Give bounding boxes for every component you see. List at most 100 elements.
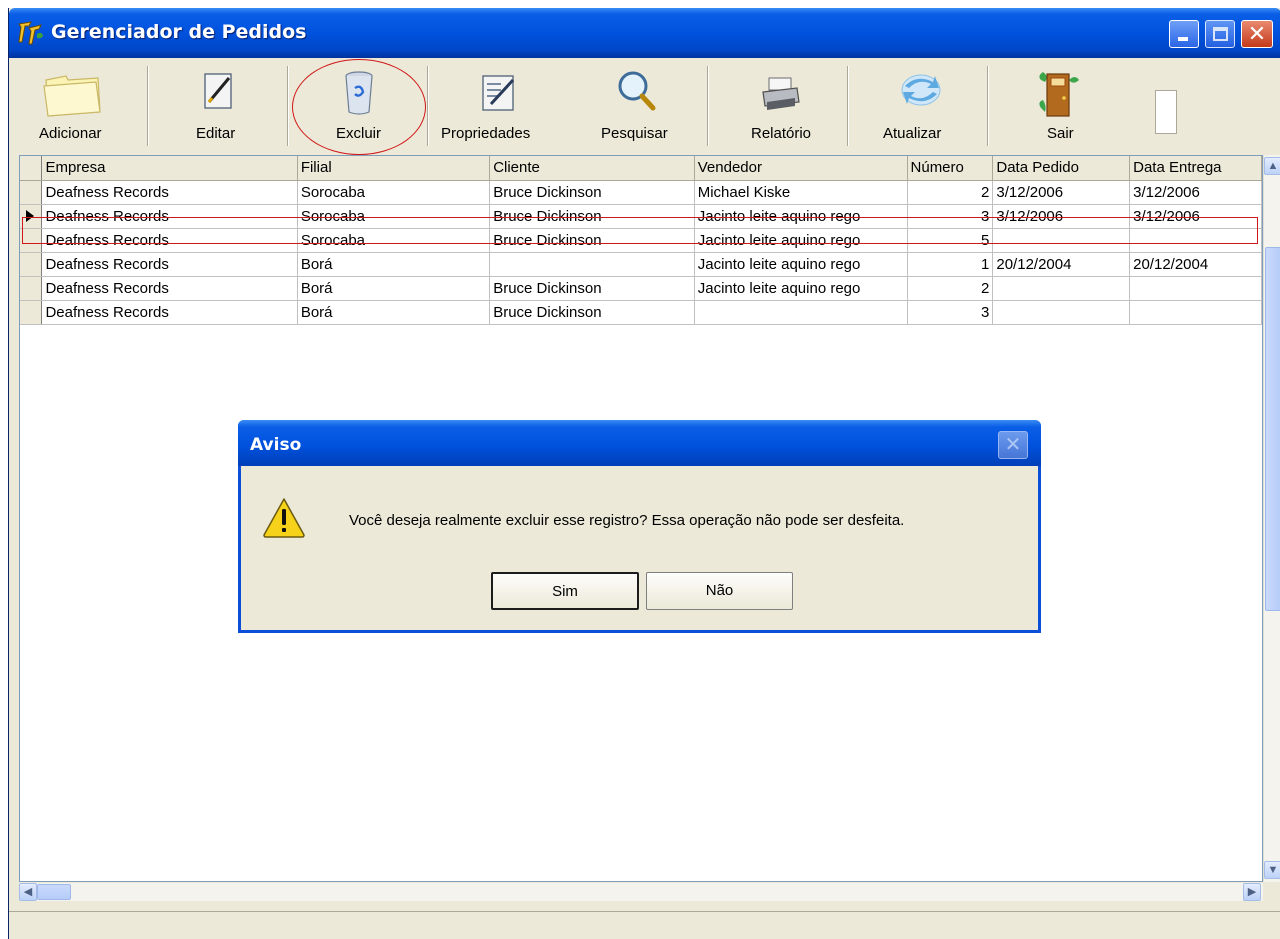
close-button[interactable]: ✕ xyxy=(1241,20,1273,48)
scroll-down-button[interactable]: ▼ xyxy=(1264,861,1280,879)
folder-icon xyxy=(43,75,101,117)
column-header-empresa[interactable]: Empresa xyxy=(41,156,298,181)
refresh-icon xyxy=(901,74,941,106)
no-button[interactable]: Não xyxy=(646,572,793,610)
header-indicator xyxy=(20,156,43,181)
vertical-scrollbar[interactable]: ▲ ▼ xyxy=(1263,155,1280,882)
cell-numero[interactable]: 1 xyxy=(907,252,994,277)
printer-icon xyxy=(762,77,800,110)
search-label: Pesquisar xyxy=(601,125,668,142)
delete-highlight-circle xyxy=(292,59,426,155)
cell-numero[interactable]: 3 xyxy=(907,300,994,325)
cell-data-entrega[interactable]: 3/12/2006 xyxy=(1129,180,1262,205)
cell-data-pedido[interactable] xyxy=(992,276,1131,301)
row-selector[interactable] xyxy=(20,300,43,325)
cell-empresa[interactable]: Deafness Records xyxy=(41,252,298,277)
vertical-scroll-thumb[interactable] xyxy=(1265,247,1280,611)
cell-vendedor[interactable]: Michael Kiske xyxy=(694,180,908,205)
cell-filial[interactable]: Sorocaba xyxy=(297,180,491,205)
scroll-up-button[interactable]: ▲ xyxy=(1264,157,1280,175)
maximize-button[interactable] xyxy=(1205,20,1235,48)
dialog-title-bar[interactable]: Aviso ✕ xyxy=(238,420,1041,466)
scroll-right-button[interactable]: ▶ xyxy=(1243,883,1261,901)
exit-label: Sair xyxy=(1047,125,1074,142)
cell-empresa[interactable]: Deafness Records xyxy=(41,180,298,205)
toolbar-separator xyxy=(147,66,149,146)
cell-numero[interactable]: 2 xyxy=(907,276,994,301)
table-row[interactable]: Deafness Records Borá Bruce Dickinson 3 xyxy=(20,300,1262,325)
table-row[interactable]: Deafness Records Borá Bruce Dickinson Ja… xyxy=(20,276,1262,301)
add-button[interactable]: Adicionar xyxy=(11,64,145,150)
search-button[interactable]: Pesquisar xyxy=(569,64,703,150)
selected-row-highlight xyxy=(22,217,1258,244)
report-button[interactable]: Relatório xyxy=(711,64,845,150)
column-header-data-pedido[interactable]: Data Pedido xyxy=(992,156,1131,181)
toolbar-separator xyxy=(847,66,849,146)
cell-vendedor[interactable]: Jacinto leite aquino rego xyxy=(694,252,908,277)
chevron-left-icon: ◀ xyxy=(23,886,33,898)
properties-icon xyxy=(482,75,515,111)
cell-numero[interactable]: 2 xyxy=(907,180,994,205)
cell-data-entrega[interactable]: 20/12/2004 xyxy=(1129,252,1262,277)
refresh-label: Atualizar xyxy=(883,125,942,142)
properties-button[interactable]: Propriedades xyxy=(433,64,567,150)
minimize-icon xyxy=(1178,37,1188,41)
cell-filial[interactable]: Borá xyxy=(297,252,491,277)
chevron-up-icon: ▲ xyxy=(1267,160,1279,172)
cell-data-pedido[interactable]: 3/12/2006 xyxy=(992,180,1131,205)
cell-vendedor[interactable]: Jacinto leite aquino rego xyxy=(694,276,908,301)
cell-filial[interactable]: Borá xyxy=(297,276,491,301)
cell-vendedor[interactable] xyxy=(694,300,908,325)
window-title: Gerenciador de Pedidos xyxy=(51,21,307,43)
cell-data-pedido[interactable]: 20/12/2004 xyxy=(992,252,1131,277)
horizontal-scrollbar[interactable]: ◀ ▶ xyxy=(19,883,1263,901)
cell-cliente[interactable]: Bruce Dickinson xyxy=(489,180,695,205)
row-selector[interactable] xyxy=(20,180,43,205)
blank-icon xyxy=(1155,90,1177,134)
column-header-numero[interactable]: Número xyxy=(907,156,994,181)
column-header-data-entrega[interactable]: Data Entrega xyxy=(1129,156,1262,181)
status-bar xyxy=(9,911,1280,939)
row-selector[interactable] xyxy=(20,276,43,301)
warning-dialog: Aviso ✕ Você deseja realmente excluir es… xyxy=(238,420,1041,633)
column-header-cliente[interactable]: Cliente xyxy=(489,156,695,181)
close-icon: ✕ xyxy=(1004,434,1022,456)
chevron-right-icon: ▶ xyxy=(1247,886,1257,898)
report-label: Relatório xyxy=(751,125,812,142)
cell-empresa[interactable]: Deafness Records xyxy=(41,276,298,301)
minimize-button[interactable] xyxy=(1169,20,1199,48)
toolbar-separator xyxy=(707,66,709,146)
toolbar-separator xyxy=(987,66,989,146)
dialog-close-button[interactable]: ✕ xyxy=(998,431,1028,459)
close-icon: ✕ xyxy=(1247,21,1267,46)
cell-cliente[interactable]: Bruce Dickinson xyxy=(489,300,695,325)
cell-filial[interactable]: Borá xyxy=(297,300,491,325)
maximize-icon xyxy=(1213,27,1228,41)
cell-data-pedido[interactable] xyxy=(992,300,1131,325)
refresh-button[interactable]: Atualizar xyxy=(851,64,985,150)
cell-data-entrega[interactable] xyxy=(1129,300,1262,325)
column-header-vendedor[interactable]: Vendedor xyxy=(694,156,908,181)
horizontal-scroll-thumb[interactable] xyxy=(37,884,71,900)
title-bar[interactable]: Gerenciador de Pedidos ✕ xyxy=(9,8,1280,58)
app-logo-icon xyxy=(18,21,43,45)
properties-label: Propriedades xyxy=(441,125,531,142)
table-row[interactable]: Deafness Records Borá Jacinto leite aqui… xyxy=(20,252,1262,277)
cell-empresa[interactable]: Deafness Records xyxy=(41,300,298,325)
search-icon xyxy=(618,71,656,111)
cell-cliente[interactable] xyxy=(489,252,695,277)
dialog-message: Você deseja realmente excluir esse regis… xyxy=(349,512,905,529)
add-label: Adicionar xyxy=(39,125,102,142)
row-selector[interactable] xyxy=(20,252,43,277)
toolbar-extra-button[interactable] xyxy=(1155,64,1181,150)
exit-button[interactable]: Sair xyxy=(991,64,1125,150)
yes-button[interactable]: Sim xyxy=(491,572,639,610)
toolbar: Adicionar Editar Excluir Propriedades Pe… xyxy=(9,58,1280,155)
table-row[interactable]: Deafness Records Sorocaba Bruce Dickinso… xyxy=(20,180,1262,205)
cell-data-entrega[interactable] xyxy=(1129,276,1262,301)
cell-cliente[interactable]: Bruce Dickinson xyxy=(489,276,695,301)
edit-button[interactable]: Editar xyxy=(151,64,285,150)
column-header-filial[interactable]: Filial xyxy=(297,156,491,181)
edit-label: Editar xyxy=(196,125,236,142)
scroll-left-button[interactable]: ◀ xyxy=(19,883,37,901)
